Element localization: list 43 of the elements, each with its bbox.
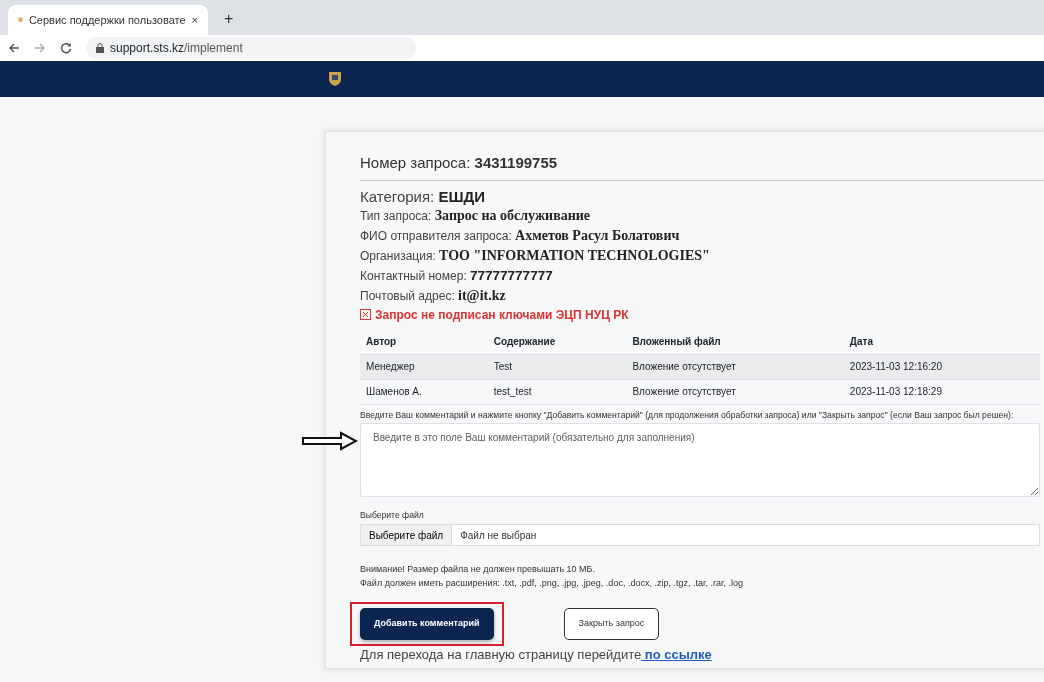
choose-file-button[interactable]: Выберите файл bbox=[361, 525, 453, 546]
new-tab-button[interactable]: + bbox=[216, 7, 242, 35]
signature-warning: Запрос не подписан ключами ЭЦП НУЦ РК bbox=[375, 306, 629, 324]
table-cell: Шаменов А. bbox=[360, 379, 488, 404]
request-number: Номер запроса: 3431199755 bbox=[360, 152, 1044, 181]
column-header: Автор bbox=[360, 329, 488, 354]
note-text: Внимание! Размер файла не должен превышать 10 МБ. bbox=[360, 563, 596, 577]
column-header: Дата bbox=[843, 329, 1040, 354]
table-cell: Test bbox=[487, 354, 627, 379]
comment-field[interactable]: Введите в это поле Ваш комментарий (обязательно для заполнения) bbox=[360, 423, 1040, 498]
back-icon[interactable] bbox=[8, 42, 20, 54]
table-cell: 2023-11-03 12:18:29 bbox=[843, 379, 1040, 404]
url-text: support.sts.kz/implement bbox=[110, 40, 243, 57]
footer-text: Для перехода на главную страницу перейдите по ссылке bbox=[360, 645, 713, 664]
note-text: Файл должен иметь расширения: .txt, .pdf, .png, .jpg, .jpeg, .doc, .docx, .zip, .tgz, .tar, .rar, .log bbox=[360, 577, 744, 591]
browser-tab[interactable]: Сервис поддержки пользовате × bbox=[8, 5, 208, 35]
file-label: Выберите файл bbox=[360, 509, 425, 523]
action-button[interactable]: Закрыть запрос bbox=[563, 608, 660, 640]
action-button[interactable]: Добавить комментарий bbox=[360, 608, 494, 640]
close-tab-icon[interactable]: × bbox=[191, 11, 198, 29]
address-bar[interactable]: support.sts.kz/implement bbox=[86, 37, 416, 59]
shield-logo-icon[interactable] bbox=[328, 71, 342, 87]
table-cell: Вложение отсутствует bbox=[626, 379, 844, 404]
table-cell: 2023-11-03 12:16:20 bbox=[843, 354, 1040, 379]
lock-icon bbox=[96, 43, 104, 53]
request-field: Категория: ЕШДИ bbox=[360, 186, 1044, 206]
main-page-link[interactable]: по ссылке bbox=[641, 646, 712, 662]
request-field: ФИО отправителя запроса: Ахметов Расул Болатович bbox=[360, 225, 1044, 246]
comment-label: Введите Ваш комментарий и нажмите кнопку "Добавить комментарий" (для продолжения обработки запроса) или "Закрыть запрос" (если Ваш запрос был решен): bbox=[360, 408, 1015, 422]
tab-title: Сервис поддержки пользовате bbox=[28, 12, 186, 28]
file-input[interactable]: Выберите файл Файл не выбран bbox=[360, 524, 1040, 547]
request-field: Организация: ТОО "INFORMATION TECHNOLOGIES" bbox=[360, 245, 1044, 266]
file-status: Файл не выбран bbox=[459, 528, 538, 543]
column-header: Вложенный файл bbox=[626, 329, 844, 354]
reload-icon[interactable] bbox=[60, 42, 72, 54]
request-field: Почтовый адрес: it@it.kz bbox=[360, 285, 1044, 306]
table-cell: Вложение отсутствует bbox=[626, 354, 844, 379]
table-cell: test_test bbox=[487, 379, 627, 404]
request-field: Контактный номер: 77777777777 bbox=[360, 265, 1044, 286]
error-x-icon bbox=[360, 309, 371, 320]
table-cell: Менеджер bbox=[360, 354, 488, 379]
column-header: Содержание bbox=[487, 329, 627, 354]
request-field: Тип запроса: Запрос на обслуживание bbox=[360, 205, 1044, 226]
